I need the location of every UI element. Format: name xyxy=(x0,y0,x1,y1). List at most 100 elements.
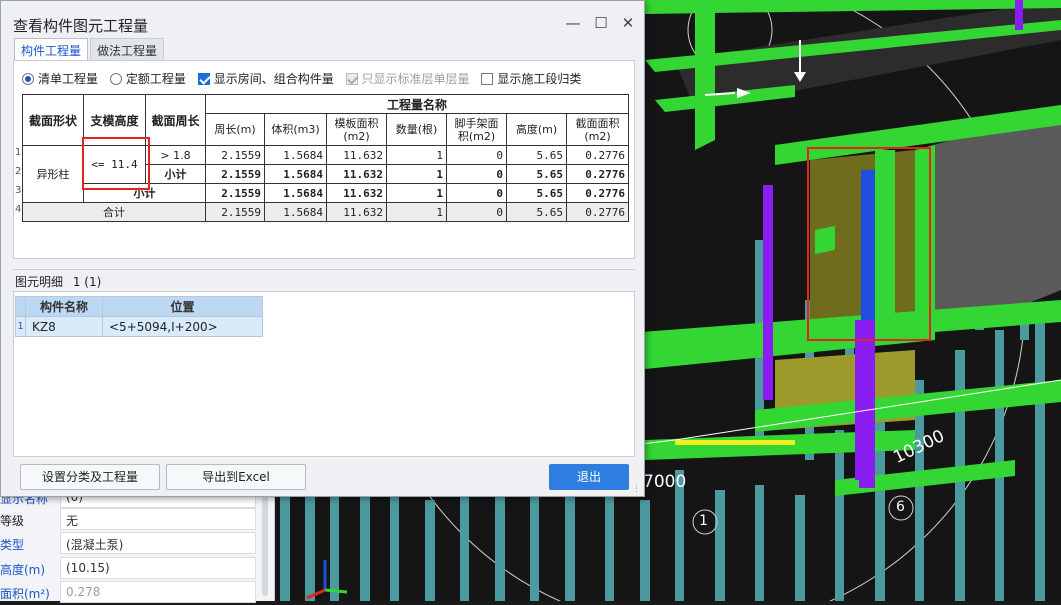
value-cell: 1 xyxy=(386,202,447,222)
minimize-icon[interactable]: — xyxy=(563,13,583,33)
checkbox-standard-floor: 只显示标准层单层量 xyxy=(345,70,470,87)
subtotal-label: 小计 xyxy=(145,164,206,184)
detail-panel: 构件名称 位置 1 KZ8 <5+5094,I+200> xyxy=(13,291,635,457)
quantity-dialog: 查看构件图元工程量 — ☐ ✕ 构件工程量 做法工程量 清单工程量 定额工程量 … xyxy=(0,0,645,497)
radio-quota-quantity[interactable]: 定额工程量 xyxy=(109,70,186,87)
checkbox-label: 只显示标准层单层量 xyxy=(361,72,470,86)
selected-column xyxy=(861,170,875,320)
table-row-total[interactable]: 合计 2.1559 1.5684 11.632 1 0 5.65 0.2776 xyxy=(22,202,629,222)
detail-row[interactable]: 1 KZ8 <5+5094,I+200> xyxy=(15,316,263,337)
property-value[interactable]: (10.15) xyxy=(60,557,256,579)
resize-grip-icon[interactable]: ⋮ xyxy=(632,484,642,494)
radio-label: 定额工程量 xyxy=(125,72,186,86)
value-cell: 11.632 xyxy=(326,202,387,222)
dimension-marker xyxy=(675,440,795,445)
qty-header: 高度(m) xyxy=(506,113,567,146)
detail-corner xyxy=(15,296,26,317)
qty-header: 数量(根) xyxy=(386,113,447,146)
checkbox-construction-section[interactable]: 显示施工段归类 xyxy=(481,70,581,87)
value-cell: 0.2776 xyxy=(566,164,629,184)
radio-unselected-icon xyxy=(109,73,122,85)
row-number: 1 xyxy=(15,147,22,158)
selected-column-base xyxy=(859,320,875,488)
detail-title-text: 图元明细 xyxy=(15,275,64,289)
exit-button[interactable]: 退出 xyxy=(549,464,629,490)
value-cell: 0 xyxy=(446,202,507,222)
value-cell: 1.5684 xyxy=(264,145,327,165)
value-cell: 1 xyxy=(386,183,447,203)
property-label: 等级 xyxy=(0,514,25,528)
value-cell: 5.65 xyxy=(506,202,567,222)
value-cell: 11.632 xyxy=(326,145,387,165)
value-cell: 1 xyxy=(386,164,447,184)
value-cell: 1.5684 xyxy=(264,202,327,222)
value-cell: 2.1559 xyxy=(205,202,265,222)
property-value[interactable]: (混凝土泵) xyxy=(60,532,256,554)
detail-count: 1 (1) xyxy=(72,275,102,289)
group-header: 工程量名称 xyxy=(205,94,629,114)
row-number: 4 xyxy=(15,204,22,215)
detail-table: 构件名称 位置 1 KZ8 <5+5094,I+200> xyxy=(15,296,263,337)
row-number: 3 xyxy=(15,185,22,196)
property-label: 高度(m) xyxy=(0,563,46,577)
component-name-cell[interactable]: KZ8 xyxy=(25,316,103,337)
value-cell: 0 xyxy=(446,183,507,203)
value-cell: 1 xyxy=(386,145,447,165)
value-cell: 11.632 xyxy=(326,183,387,203)
row-number: 2 xyxy=(15,166,22,177)
tab-method-quantity[interactable]: 做法工程量 xyxy=(90,38,165,60)
position-cell[interactable]: <5+5094,I+200> xyxy=(102,316,263,337)
detail-row-index: 1 xyxy=(15,316,26,337)
value-cell: 2.1559 xyxy=(205,164,265,184)
quantity-panel: 清单工程量 定额工程量 显示房间、组合构件量 只显示标准层单层量 显示施工段归类… xyxy=(13,60,635,259)
property-value: 0.278 xyxy=(60,581,256,603)
qty-header: 周长(m) xyxy=(205,113,265,146)
checkbox-unchecked-icon xyxy=(481,73,494,85)
property-row[interactable]: 等级 无 xyxy=(0,508,270,532)
col-header: 截面周长 xyxy=(145,94,206,146)
property-row[interactable]: 面积(m²) 0.278 xyxy=(0,581,270,605)
qty-header: 脚手架面积(m2) xyxy=(446,113,507,146)
col-header: 截面形状 xyxy=(22,94,84,146)
maximize-icon[interactable]: ☐ xyxy=(591,13,611,33)
property-label: 类型 xyxy=(0,538,25,552)
qty-header: 体积(m3) xyxy=(264,113,327,146)
value-cell: 1.5684 xyxy=(264,164,327,184)
axis-number: 1 xyxy=(699,513,708,529)
checkbox-label: 显示房间、组合构件量 xyxy=(213,72,334,86)
value-cell: 0.2776 xyxy=(566,145,629,165)
section-divider xyxy=(13,269,635,270)
perimeter-cell: > 1.8 xyxy=(145,145,206,165)
settings-button[interactable]: 设置分类及工程量 xyxy=(20,464,160,490)
radio-label: 清单工程量 xyxy=(38,72,99,86)
property-scrollbar[interactable] xyxy=(262,496,268,596)
checkbox-checked-icon xyxy=(197,73,210,85)
value-cell: 0 xyxy=(446,145,507,165)
value-cell: 2.1559 xyxy=(205,145,265,165)
value-cell: 0 xyxy=(446,164,507,184)
value-cell: 5.65 xyxy=(506,145,567,165)
property-value[interactable]: 无 xyxy=(60,508,256,530)
detail-col-header: 位置 xyxy=(102,296,263,317)
property-label: 面积(m²) xyxy=(0,587,50,601)
axis-number: 6 xyxy=(896,499,905,515)
radio-selected-icon xyxy=(22,73,34,85)
total-label: 合计 xyxy=(22,202,206,222)
value-cell: 0.2776 xyxy=(566,202,629,222)
value-cell: 0.2776 xyxy=(566,183,629,203)
dialog-title: 查看构件图元工程量 xyxy=(13,17,149,35)
qty-header: 模板面积(m2) xyxy=(326,113,387,146)
property-row[interactable]: 类型 (混凝土泵) xyxy=(0,532,270,556)
filter-bar: 清单工程量 定额工程量 显示房间、组合构件量 只显示标准层单层量 显示施工段归类 xyxy=(22,70,589,86)
close-icon[interactable]: ✕ xyxy=(618,13,638,33)
value-cell: 5.65 xyxy=(506,183,567,203)
checkbox-show-room[interactable]: 显示房间、组合构件量 xyxy=(197,70,334,87)
radio-bill-quantity[interactable]: 清单工程量 xyxy=(22,70,98,87)
checkbox-disabled-icon xyxy=(345,73,358,85)
value-cell: 11.632 xyxy=(326,164,387,184)
export-excel-button[interactable]: 导出到Excel xyxy=(166,464,306,490)
section-shape-cell: 异形柱 xyxy=(22,145,84,203)
property-row[interactable]: 高度(m) (10.15) xyxy=(0,557,270,581)
qty-header: 截面面积(m2) xyxy=(566,113,629,146)
tab-component-quantity[interactable]: 构件工程量 xyxy=(14,38,89,60)
